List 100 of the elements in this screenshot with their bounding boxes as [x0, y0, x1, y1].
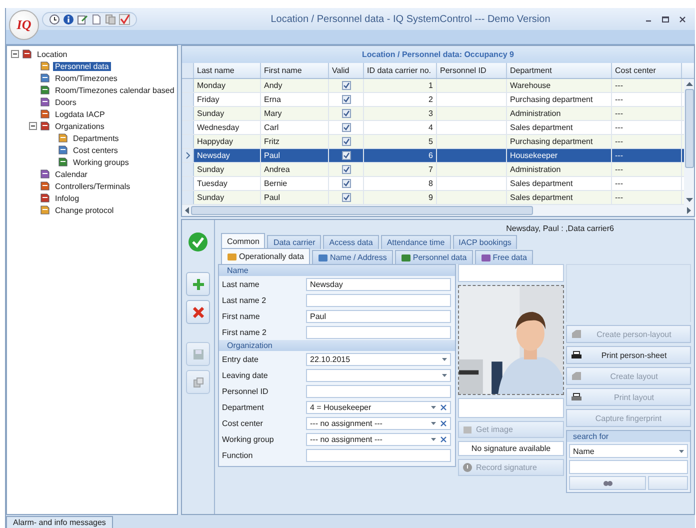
tree-item[interactable]: Doors [53, 98, 78, 106]
field-label: Entry date [221, 354, 260, 364]
dropdown-arrow-icon[interactable] [431, 438, 436, 440]
tab[interactable]: Operationally data [221, 248, 310, 264]
tab[interactable]: Free data [474, 250, 533, 264]
dropdown-field[interactable]: --- no assignment --- [306, 432, 451, 446]
checkbox[interactable] [342, 165, 350, 174]
find-button[interactable] [569, 476, 646, 490]
column-header[interactable]: Last name [194, 63, 261, 78]
table-row[interactable]: Sunday Mary 3 Administration --- [182, 107, 684, 121]
input-field[interactable]: Newsday [306, 278, 451, 290]
collapse-icon[interactable] [11, 50, 19, 58]
check-icon[interactable] [119, 14, 130, 24]
tree-item[interactable]: Working groups [71, 158, 131, 166]
dropdown-arrow-icon[interactable] [442, 358, 447, 360]
checkbox[interactable] [342, 179, 350, 188]
app-logo[interactable]: IQ [9, 10, 39, 40]
input-field[interactable] [306, 448, 451, 462]
checkbox[interactable] [342, 123, 350, 132]
tree-item[interactable]: Change protocol [53, 206, 116, 214]
scroll-up-icon[interactable] [686, 81, 692, 86]
tree-item[interactable]: Cost centers [71, 146, 120, 154]
tab[interactable]: Name / Address [312, 250, 393, 264]
tab[interactable]: Attendance time [380, 235, 451, 249]
tab[interactable]: Access data [323, 235, 379, 249]
search-field[interactable] [569, 460, 688, 474]
checkbox[interactable] [342, 137, 350, 146]
tab[interactable]: Data carrier [267, 235, 322, 249]
tab[interactable]: Alarm- and info messages [6, 516, 113, 528]
scroll-right-icon[interactable] [687, 207, 692, 214]
column-header[interactable]: First name [261, 63, 329, 78]
dropdown-arrow-icon[interactable] [431, 406, 436, 408]
clock-icon[interactable] [49, 14, 60, 24]
tree-item[interactable]: Organizations [53, 122, 106, 130]
table-row[interactable]: Sunday Paul 9 Sales department --- [182, 191, 684, 205]
tree-item[interactable]: Calendar [53, 170, 90, 178]
delete-button[interactable] [186, 300, 210, 324]
table-cell: 8 [428, 179, 433, 188]
clear-icon[interactable] [440, 436, 447, 442]
input-field[interactable] [306, 384, 451, 398]
info-icon[interactable] [63, 14, 74, 24]
checkbox[interactable] [342, 193, 350, 202]
tab[interactable]: IACP bookings [452, 235, 518, 249]
tree-item[interactable]: Location [35, 50, 70, 58]
vertical-scrollbar[interactable] [684, 79, 694, 205]
table-row[interactable]: Newsday Paul 6 Housekeeper --- [182, 149, 684, 163]
field-label: First name 2 [221, 328, 268, 336]
row-header[interactable] [182, 149, 194, 162]
page-icon[interactable] [91, 14, 102, 24]
checkbox[interactable] [342, 81, 350, 90]
checkbox[interactable] [342, 95, 350, 104]
dropdown-field[interactable]: --- no assignment --- [306, 416, 451, 430]
dropdown-field[interactable]: 22.10.2015 [306, 352, 451, 366]
dropdown-field[interactable]: Name [569, 444, 688, 458]
scroll-left-icon[interactable] [184, 207, 189, 214]
table-cell: 2 [428, 95, 433, 104]
tree-item[interactable]: Room/Timezones [53, 74, 120, 82]
close-icon[interactable] [678, 14, 687, 24]
column-header[interactable]: Valid [329, 63, 364, 78]
tree-item[interactable]: Departments [71, 134, 121, 142]
print-button[interactable]: Print person-sheet [566, 346, 691, 364]
tree-item[interactable]: Infolog [53, 194, 82, 202]
horizontal-scrollbar[interactable] [182, 205, 694, 216]
column-header[interactable]: Personnel ID [437, 63, 507, 78]
input-field[interactable]: Paul [306, 310, 451, 322]
tree-item[interactable]: Room/Timezones calendar based [53, 86, 176, 94]
dropdown-field[interactable] [306, 368, 451, 382]
table-row[interactable]: Monday Andy 1 Warehouse --- [182, 79, 684, 93]
column-header[interactable]: Department [507, 63, 612, 78]
input-field[interactable] [306, 294, 451, 306]
save-icon [192, 348, 204, 360]
table-row[interactable]: Happyday Fritz 5 Purchasing department --- [182, 135, 684, 149]
dropdown-arrow-icon[interactable] [442, 374, 447, 376]
checkmark-icon [188, 232, 208, 252]
dropdown-arrow-icon[interactable] [679, 450, 684, 452]
clear-icon[interactable] [440, 420, 447, 426]
column-header[interactable]: ID data carrier no. [364, 63, 437, 78]
confirm-button[interactable] [186, 230, 210, 254]
maximize-icon[interactable] [661, 14, 670, 24]
scroll-down-icon[interactable] [686, 198, 692, 203]
collapse-icon[interactable] [29, 122, 37, 130]
table-cell: Sales department [510, 123, 573, 132]
tab[interactable]: Personnel data [394, 250, 473, 264]
checkbox[interactable] [342, 109, 350, 118]
tab[interactable]: Common [221, 233, 266, 249]
clear-icon[interactable] [440, 404, 447, 410]
field-label: Last name [221, 280, 260, 288]
copy-icon[interactable] [105, 14, 116, 24]
tree-item[interactable]: Controllers/Terminals [53, 182, 132, 190]
tree-item[interactable]: Personnel data [53, 62, 111, 70]
edit-icon[interactable] [77, 14, 88, 24]
checkbox[interactable] [342, 151, 350, 160]
add-button[interactable] [186, 272, 210, 296]
table-row[interactable]: Sunday Andrea 7 Administration --- [182, 163, 684, 177]
tree-item[interactable]: Logdata IACP [53, 110, 107, 118]
dropdown-arrow-icon[interactable] [431, 422, 436, 424]
column-header[interactable]: Cost center [612, 63, 682, 78]
dropdown-field[interactable]: 4 = Housekeeper [306, 400, 451, 414]
table-cell: --- [615, 81, 623, 90]
input-field[interactable] [306, 326, 451, 338]
